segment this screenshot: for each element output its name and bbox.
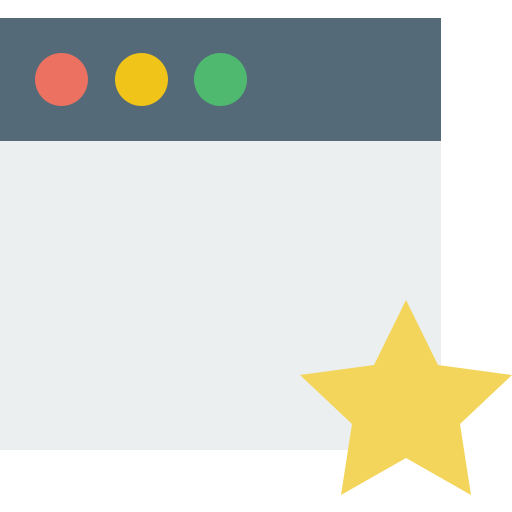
star-shape: [300, 300, 512, 495]
window-titlebar: [0, 18, 441, 141]
star-icon: [300, 300, 512, 495]
maximize-dot-icon: [194, 53, 247, 106]
browser-favorite-icon: [0, 0, 512, 512]
close-dot-icon: [35, 53, 88, 106]
minimize-dot-icon: [115, 53, 168, 106]
